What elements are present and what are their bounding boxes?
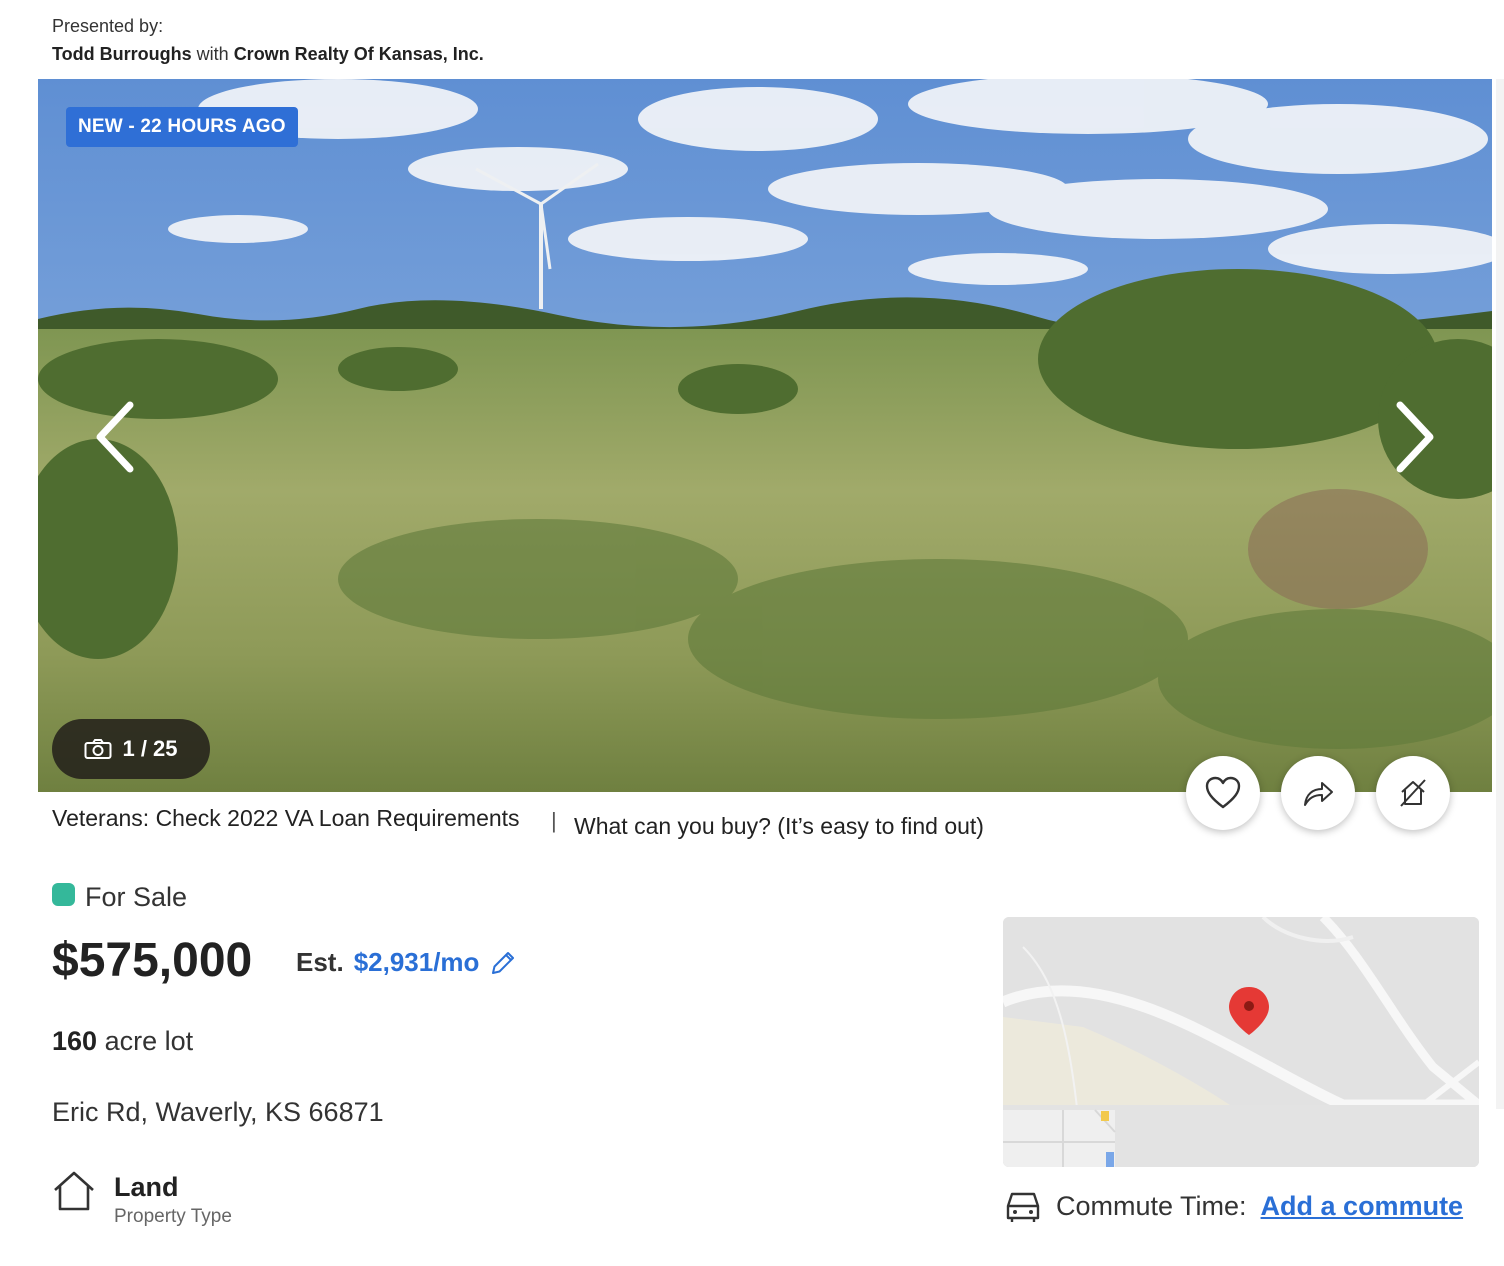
presented-by: Presented by: Todd Burroughs with Crown … xyxy=(52,12,484,68)
page-scrollbar[interactable] xyxy=(1496,79,1504,1109)
hide-listing-button[interactable] xyxy=(1376,756,1450,830)
camera-icon xyxy=(84,739,112,759)
property-type: Land Property Type xyxy=(52,1170,232,1228)
favorite-button[interactable] xyxy=(1186,756,1260,830)
with-text: with xyxy=(196,44,229,64)
listing-price: $575,000 xyxy=(52,934,253,987)
lot-size-unit: acre lot xyxy=(104,1026,194,1056)
photo-counter-button[interactable]: 1 / 25 xyxy=(52,719,210,779)
car-icon xyxy=(1006,1192,1040,1222)
next-photo-button[interactable] xyxy=(1382,397,1442,477)
commute-label: Commute Time: xyxy=(1056,1190,1247,1221)
listing-address: Eric Rd, Waverly, KS 66871 xyxy=(52,1097,384,1127)
house-icon xyxy=(54,1171,94,1211)
brokerage-name[interactable]: Crown Realty Of Kansas, Inc. xyxy=(234,44,484,64)
chevron-right-icon xyxy=(1396,401,1434,473)
listing-photo xyxy=(38,79,1492,792)
lot-size: 160 acre lot xyxy=(52,1026,193,1057)
heart-icon xyxy=(1205,776,1241,809)
add-commute-link[interactable]: Add a commute xyxy=(1261,1191,1464,1222)
previous-photo-button[interactable] xyxy=(88,397,148,477)
pencil-icon[interactable] xyxy=(489,949,517,977)
presented-label: Presented by: xyxy=(52,16,164,36)
photo-gallery[interactable]: NEW - 22 HOURS AGO 1 / 25 xyxy=(38,79,1492,792)
commute-time: Commute Time: Add a commute xyxy=(1004,1188,1463,1224)
agent-name[interactable]: Todd Burroughs xyxy=(52,44,192,64)
link-separator: | xyxy=(551,808,557,833)
presented-agent-line: Todd Burroughs with Crown Realty Of Kans… xyxy=(52,40,484,68)
buying-power-link[interactable]: What can you buy? (It’s easy to find out… xyxy=(574,813,984,840)
lot-size-value: 160 xyxy=(52,1026,98,1056)
share-arrow-icon xyxy=(1304,782,1333,806)
new-listing-badge: NEW - 22 HOURS AGO xyxy=(66,107,298,147)
status-indicator xyxy=(52,883,75,906)
estimated-payment: Est. $2,931/mo xyxy=(296,947,517,978)
photo-counter-text: 1 / 25 xyxy=(122,736,178,761)
listing-status: For Sale xyxy=(52,882,187,913)
property-type-value: Land xyxy=(114,1172,179,1202)
map-tiles xyxy=(1003,917,1479,1167)
chevron-left-icon xyxy=(96,401,134,473)
share-button[interactable] xyxy=(1281,756,1355,830)
est-payment-link[interactable]: $2,931/mo xyxy=(354,947,480,978)
va-loan-link[interactable]: Veterans: Check 2022 VA Loan Requirement… xyxy=(52,805,520,832)
est-label: Est. xyxy=(296,947,344,977)
property-type-label: Property Type xyxy=(114,1206,232,1227)
hide-home-icon xyxy=(1400,779,1426,807)
location-map[interactable] xyxy=(1003,917,1479,1167)
status-text: For Sale xyxy=(85,882,188,912)
